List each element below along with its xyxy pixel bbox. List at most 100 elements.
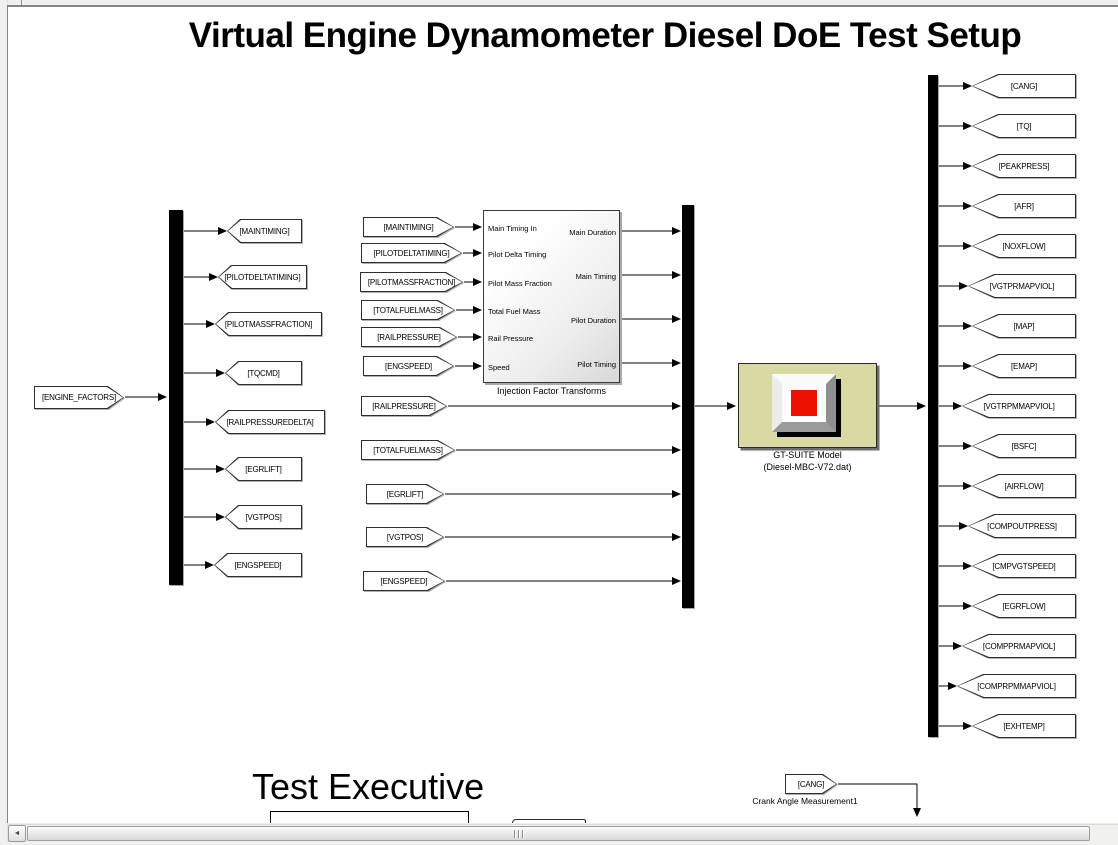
from-tag-pilotdeltatiming-in[interactable]: [PILOTDELTATIMING] [361, 243, 462, 263]
tag-label: [RAILPRESSURE] [361, 396, 447, 416]
tag-label: [VGTRPMMAPVIOL] [962, 394, 1076, 418]
tag-label: [RAILPRESSURE] [361, 327, 457, 347]
tag-label: [TOTALFUELMASS] [361, 440, 455, 460]
scrollbar-thumb[interactable] [27, 826, 1090, 841]
goto-tag-vgtprmapviol[interactable]: [VGTPRMAPVIOL] [968, 274, 1076, 298]
output-port-label: Pilot Timing [577, 360, 616, 369]
clipped-block-partial[interactable] [512, 819, 586, 823]
tag-label: [AIRFLOW] [972, 474, 1076, 498]
from-tag-railpressure[interactable]: [RAILPRESSURE] [361, 396, 447, 416]
goto-tag-tqcmd[interactable]: [TQCMD] [225, 361, 302, 385]
horizontal-scrollbar[interactable]: ◄ [8, 824, 1118, 842]
output-port-label: Pilot Duration [571, 316, 616, 325]
tag-label: [TOTALFUELMASS] [361, 300, 455, 320]
tag-label: [PILOTDELTATIMING] [361, 243, 462, 263]
gtsuite-model-block[interactable] [738, 363, 877, 448]
tag-label: [ENGSPEED] [363, 356, 454, 376]
goto-tag-tq[interactable]: [TQ] [972, 114, 1076, 138]
from-tag-engine-factors[interactable]: [ENGINE_FACTORS] [34, 386, 124, 409]
tag-label: [NOXFLOW] [972, 234, 1076, 258]
crank-angle-caption: Crank Angle Measurement1 [730, 796, 880, 806]
goto-tag-pilotdeltatiming[interactable]: [PILOTDELTATIMING] [218, 265, 307, 289]
tag-label: [BSFC] [972, 434, 1076, 458]
input-port-label: Pilot Mass Fraction [488, 279, 552, 288]
tag-label: [EXHTEMP] [972, 714, 1076, 738]
mux-bar[interactable] [682, 205, 694, 608]
goto-tag-afr[interactable]: [AFR] [972, 194, 1076, 218]
tag-label: [PILOTMASSFRACTION] [360, 272, 463, 292]
tag-label: [EGRLIFT] [225, 457, 302, 481]
scroll-left-arrow-icon: ◄ [14, 830, 21, 837]
tag-label: [PEAKPRESS] [972, 154, 1076, 178]
goto-tag-comprpmmapviol[interactable]: [COMPRPMMAPVIOL] [957, 674, 1076, 698]
tag-label: [TQCMD] [225, 361, 302, 385]
tag-label: [MAINTIMING] [363, 217, 454, 237]
goto-tag-peakpress[interactable]: [PEAKPRESS] [972, 154, 1076, 178]
tag-label: [EGRLIFT] [366, 484, 444, 504]
input-port-label: Rail Pressure [488, 334, 533, 343]
input-port-label: Total Fuel Mass [488, 307, 541, 316]
tag-label: [VGTPOS] [366, 527, 444, 547]
goto-tag-egrlift[interactable]: [EGRLIFT] [225, 457, 302, 481]
input-port-label: Speed [488, 363, 510, 372]
tag-label: [ENGSPEED] [363, 571, 445, 591]
from-tag-totalfuelmass[interactable]: [TOTALFUELMASS] [361, 440, 455, 460]
from-tag-cang-crank-angle[interactable]: [CANG] [785, 774, 837, 794]
tag-label: [COMPOUTPRESS] [968, 514, 1076, 538]
tag-label: [COMPPRMAPVIOL] [962, 634, 1076, 658]
goto-tag-compoutpress[interactable]: [COMPOUTPRESS] [968, 514, 1076, 538]
output-demux-bar[interactable] [928, 75, 938, 737]
goto-tag-emap[interactable]: [EMAP] [972, 354, 1076, 378]
gtsuite-icon-red-square [791, 390, 817, 416]
gtsuite-block-file: (Diesel-MBC-V72.dat) [728, 462, 887, 472]
goto-tag-airflow[interactable]: [AIRFLOW] [972, 474, 1076, 498]
input-port-label: Main Timing In [488, 224, 537, 233]
output-port-label: Main Timing [576, 272, 616, 281]
output-port-label: Main Duration [569, 228, 616, 237]
goto-tag-compprmapviol[interactable]: [COMPPRMAPVIOL] [962, 634, 1076, 658]
goto-tag-cang[interactable]: [CANG] [972, 74, 1076, 98]
from-tag-railpressure-in[interactable]: [RAILPRESSURE] [361, 327, 457, 347]
tag-label: [RAILPRESSUREDELTA] [215, 410, 325, 434]
from-tag-pilotmassfraction-in[interactable]: [PILOTMASSFRACTION] [360, 272, 463, 292]
test-executive-block-partial[interactable] [270, 811, 469, 823]
from-tag-egrlift[interactable]: [EGRLIFT] [366, 484, 444, 504]
from-tag-totalfuelmass-in[interactable]: [TOTALFUELMASS] [361, 300, 455, 320]
gtsuite-icon [772, 374, 836, 432]
test-executive-annotation: Test Executive [252, 766, 484, 808]
from-tag-maintiming-in[interactable]: [MAINTIMING] [363, 217, 454, 237]
from-tag-vgtpos[interactable]: [VGTPOS] [366, 527, 444, 547]
tag-label: [MAP] [972, 314, 1076, 338]
gtsuite-block-name: GT-SUITE Model [738, 450, 877, 460]
from-tag-engspeed[interactable]: [ENGSPEED] [363, 571, 445, 591]
tag-label: [MAINTIMING] [227, 219, 302, 243]
scroll-left-button[interactable]: ◄ [8, 825, 26, 842]
goto-tag-cmpvgtspeed[interactable]: [CMPVGTSPEED] [972, 554, 1076, 578]
tag-label: [CMPVGTSPEED] [972, 554, 1076, 578]
tag-label: [PILOTMASSFRACTION] [215, 312, 322, 336]
injection-factor-transforms-block[interactable]: Main Timing InPilot Delta TimingPilot Ma… [483, 210, 620, 383]
tag-label: [VGTPRMAPVIOL] [968, 274, 1076, 298]
tag-label: [EMAP] [972, 354, 1076, 378]
goto-tag-noxflow[interactable]: [NOXFLOW] [972, 234, 1076, 258]
goto-tag-railpressuredelta[interactable]: [RAILPRESSUREDELTA] [215, 410, 325, 434]
tag-label: [CANG] [785, 774, 837, 794]
model-title-annotation: Virtual Engine Dynamometer Diesel DoE Te… [130, 16, 1080, 56]
goto-tag-exhtemp[interactable]: [EXHTEMP] [972, 714, 1076, 738]
tag-label: [TQ] [972, 114, 1076, 138]
tag-label: [AFR] [972, 194, 1076, 218]
goto-tag-map[interactable]: [MAP] [972, 314, 1076, 338]
goto-tag-engspeed[interactable]: [ENGSPEED] [214, 553, 302, 577]
input-demux-bar[interactable] [169, 210, 183, 585]
goto-tag-egrflow[interactable]: [EGRFLOW] [972, 594, 1076, 618]
from-tag-engspeed-in[interactable]: [ENGSPEED] [363, 356, 454, 376]
injection-block-caption: Injection Factor Transforms [483, 386, 620, 396]
scrollbar-corner-tick [21, 0, 22, 5]
goto-tag-bsfc[interactable]: [BSFC] [972, 434, 1076, 458]
tag-label: [ENGINE_FACTORS] [34, 386, 124, 409]
tag-label: [VGTPOS] [225, 505, 302, 529]
goto-tag-pilotmassfraction[interactable]: [PILOTMASSFRACTION] [215, 312, 322, 336]
goto-tag-maintiming[interactable]: [MAINTIMING] [227, 219, 302, 243]
goto-tag-vgtpos[interactable]: [VGTPOS] [225, 505, 302, 529]
goto-tag-vgtrpmmapviol[interactable]: [VGTRPMMAPVIOL] [962, 394, 1076, 418]
